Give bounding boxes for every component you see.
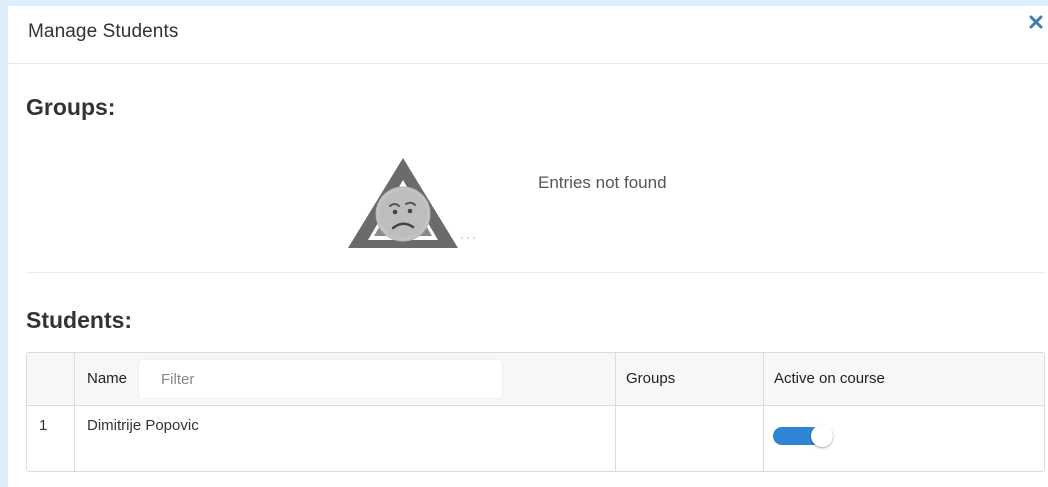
column-header-name: Name <box>87 370 128 387</box>
name-filter-input[interactable] <box>139 360 502 398</box>
table-header: Name Groups Active on course <box>27 353 1044 406</box>
column-divider <box>74 353 75 471</box>
section-divider <box>26 272 1046 273</box>
empty-state-message: Entries not found <box>538 173 667 192</box>
manage-students-modal: Manage Students Groups: Entries not foun… <box>8 6 1048 487</box>
modal-title: Manage Students <box>28 21 179 42</box>
student-name: Dimitrije Popovic <box>87 417 199 434</box>
row-number: 1 <box>39 417 48 434</box>
students-table: Name Groups Active on course 1 Dimitrije… <box>26 352 1045 472</box>
toggle-knob <box>811 425 833 447</box>
close-icon[interactable] <box>1028 14 1044 30</box>
column-divider <box>615 353 616 471</box>
active-on-course-toggle[interactable] <box>773 425 833 447</box>
table-row: 1 Dimitrije Popovic <box>27 406 1044 471</box>
sad-face-warning-icon <box>348 158 475 248</box>
column-divider <box>763 353 764 471</box>
students-section-title: Students: <box>26 307 133 333</box>
modal-header: Manage Students <box>8 6 1048 64</box>
column-header-active-on-course: Active on course <box>774 370 885 387</box>
column-header-groups: Groups <box>626 370 676 387</box>
groups-section-title: Groups: <box>26 94 116 120</box>
